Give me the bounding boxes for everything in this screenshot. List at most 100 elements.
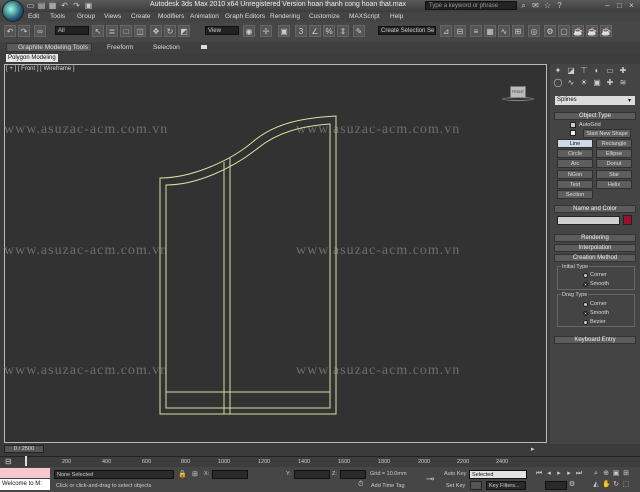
selection-lock-icon[interactable]: 🔒 [178, 470, 187, 479]
tick-label: 1400 [298, 459, 311, 465]
zoom-all-icon[interactable]: ⊕ [602, 470, 610, 478]
shape-inner-curve [165, 123, 331, 409]
key-mode-icon[interactable]: ⊸ [426, 470, 440, 490]
key-selection-dropdown[interactable]: Selected [469, 470, 527, 479]
utilities-panel-icon[interactable]: ✚ [618, 66, 628, 76]
slider-next-icon[interactable]: ▸ [531, 445, 535, 453]
maxscript-output[interactable]: Welcome to M: [0, 479, 50, 490]
motion-panel-icon[interactable]: ◐ [592, 66, 602, 76]
shape-outer-outline [159, 115, 337, 415]
rollout-name-and-color[interactable]: Name and Color [554, 205, 636, 213]
initial-smooth-label: Smooth [590, 281, 609, 287]
tick-label: 800 [181, 459, 191, 465]
time-cursor[interactable] [25, 456, 27, 466]
go-to-end-icon[interactable]: ⏭ [575, 470, 583, 478]
maximize-viewport-icon[interactable]: ⬚ [622, 481, 630, 489]
hierarchy-panel-icon[interactable]: ⊤ [579, 66, 589, 76]
drag-bezier-radio[interactable] [583, 320, 588, 325]
donut-button[interactable]: Donut [596, 159, 632, 168]
drag-smooth-radio[interactable] [583, 311, 588, 316]
object-category-dropdown[interactable]: Splines [555, 96, 635, 105]
ngon-button[interactable]: NGon [557, 170, 593, 179]
initial-type-label: Initial Type [561, 264, 590, 270]
zoom-icon[interactable]: ⌕ [592, 470, 600, 478]
start-new-shape-button[interactable]: Start New Shape [583, 129, 631, 138]
initial-corner-label: Corner [590, 272, 607, 278]
rollout-creation-method[interactable]: Creation Method [554, 254, 636, 262]
tick-label: 600 [142, 459, 152, 465]
time-config-icon[interactable]: ⚙ [568, 481, 576, 489]
set-key-toggle[interactable] [470, 481, 482, 490]
app-logo-icon[interactable] [2, 0, 24, 22]
drag-corner-radio[interactable] [583, 302, 588, 307]
chevron-down-icon[interactable]: ▾ [628, 97, 631, 104]
zoom-extents-icon[interactable]: ▣ [612, 470, 620, 478]
ellipse-button[interactable]: Ellipse [596, 149, 632, 158]
tick-label: 1000 [218, 459, 231, 465]
helpers-icon[interactable]: ✚ [605, 78, 615, 88]
shapes-icon[interactable]: ∿ [566, 78, 576, 88]
initial-corner-radio[interactable] [583, 273, 588, 278]
set-key-button[interactable]: Set Key [446, 483, 465, 489]
drag-corner-label: Corner [590, 301, 607, 307]
maxscript-listener-input[interactable] [0, 468, 50, 478]
time-tag-icon[interactable]: ⏱ [358, 481, 368, 490]
absolute-mode-icon[interactable]: ⊞ [192, 470, 200, 479]
star-button[interactable]: Star [596, 170, 632, 179]
circle-button[interactable]: Circle [557, 149, 593, 158]
play-icon[interactable]: ▸ [555, 470, 563, 478]
previous-frame-icon[interactable]: ◂ [545, 470, 553, 478]
wireframe-shape [159, 115, 337, 415]
autogrid-checkbox[interactable] [570, 122, 576, 128]
geometry-icon[interactable]: ◯ [553, 78, 563, 88]
x-coord-field[interactable] [212, 470, 248, 479]
tick-label: 400 [102, 459, 112, 465]
object-color-swatch[interactable] [623, 215, 632, 225]
tick-label: 1200 [258, 459, 271, 465]
y-coord-field[interactable] [294, 470, 330, 479]
lights-icon[interactable]: ☀ [579, 78, 589, 88]
arc-button[interactable]: Arc [557, 159, 593, 168]
create-panel-icon[interactable]: ✦ [553, 66, 563, 76]
selection-status-field: None Selected [54, 470, 174, 479]
prompt-line: Click or click-and-drag to select object… [56, 483, 152, 489]
z-coord-field[interactable] [340, 470, 366, 479]
tick-label: 1600 [338, 459, 351, 465]
tick-label: 2400 [496, 459, 509, 465]
y-coord-label: Y: [286, 471, 291, 477]
rectangle-button[interactable]: Rectangle [596, 139, 632, 148]
grid-size-label: Grid = 10.0mm [370, 471, 407, 477]
section-button[interactable]: Section [557, 190, 593, 199]
tick-label: 2200 [457, 459, 470, 465]
tick-label: 200 [62, 459, 72, 465]
text-button[interactable]: Text [557, 180, 593, 189]
orbit-icon[interactable]: ↻ [612, 481, 620, 489]
next-frame-icon[interactable]: ▸ [565, 470, 573, 478]
zoom-extents-all-icon[interactable]: ⊞ [622, 470, 630, 478]
time-slider-thumb[interactable]: 0 / 2500 [4, 445, 44, 453]
field-of-view-icon[interactable]: ◭ [592, 481, 600, 489]
object-name-input[interactable] [557, 216, 620, 225]
helix-button[interactable]: Helix [596, 180, 632, 189]
autogrid-label: AutoGrid [579, 122, 601, 128]
tick-label: 1800 [378, 459, 391, 465]
auto-key-button[interactable]: Auto Key [444, 471, 466, 477]
cameras-icon[interactable]: ▣ [592, 78, 602, 88]
modify-panel-icon[interactable]: ◪ [566, 66, 576, 76]
space-warps-icon[interactable]: ≋ [618, 78, 628, 88]
line-button[interactable]: Line [557, 139, 593, 148]
mini-curve-editor-icon[interactable]: ⊟ [5, 457, 12, 466]
pan-icon[interactable]: ✋ [602, 481, 611, 489]
display-panel-icon[interactable]: ▭ [605, 66, 615, 76]
start-new-shape-checkbox[interactable] [570, 130, 576, 136]
rollout-rendering[interactable]: Rendering [554, 234, 636, 242]
add-time-tag-button[interactable]: Add Time Tag [371, 483, 405, 489]
time-slider-bar [0, 444, 640, 456]
initial-smooth-radio[interactable] [583, 282, 588, 287]
key-filters-button[interactable]: Key Filters... [486, 481, 526, 490]
rollout-object-type[interactable]: Object Type [554, 112, 636, 120]
go-to-start-icon[interactable]: ⏮ [535, 470, 543, 478]
current-frame-field[interactable] [545, 481, 567, 490]
rollout-interpolation[interactable]: Interpolation [554, 244, 636, 252]
rollout-keyboard-entry[interactable]: Keyboard Entry [554, 336, 636, 344]
